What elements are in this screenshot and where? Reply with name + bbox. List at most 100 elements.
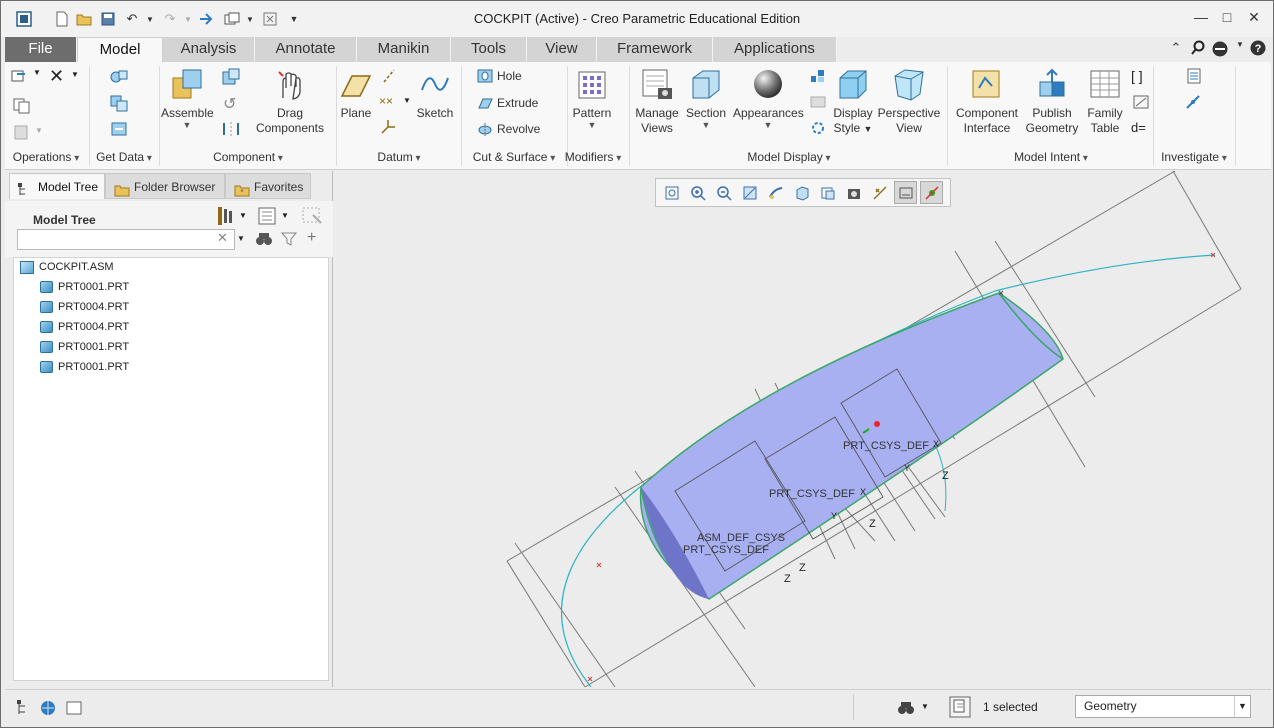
tab-annotate[interactable]: Annotate: [255, 37, 357, 62]
community-icon[interactable]: [1211, 40, 1229, 58]
family-table-button[interactable]: Family Table: [1083, 68, 1127, 136]
find-icon[interactable]: [897, 699, 915, 717]
model-viewport[interactable]: PRT_CSYS_DEF PRT_CSYS_DEF ASM_DEF_CSYS P…: [335, 171, 1271, 687]
axis-icon[interactable]: [381, 68, 397, 87]
filter-settings-icon[interactable]: [301, 205, 323, 230]
selection-buffer-icon[interactable]: [949, 696, 971, 718]
view-manager-icon[interactable]: [816, 181, 839, 204]
manage-views-button[interactable]: Manage Views: [633, 68, 681, 136]
search-history-dropdown-icon[interactable]: ▼: [237, 234, 245, 243]
regenerate-options-icon[interactable]: [11, 68, 31, 87]
display-style-button[interactable]: Display Style ▼: [831, 68, 875, 137]
find-dropdown-icon[interactable]: ▼: [921, 702, 929, 711]
tree-item-part[interactable]: PRT0001.PRT: [40, 338, 129, 356]
tree-search-input[interactable]: [17, 229, 235, 250]
tab-file[interactable]: File: [5, 37, 77, 62]
tab-tools[interactable]: Tools: [451, 37, 527, 62]
group-modifiers-label[interactable]: Modifiers: [561, 150, 625, 166]
switch-dimensions-icon[interactable]: [1133, 94, 1151, 113]
publish-geometry-button[interactable]: Publish Geometry: [1023, 68, 1081, 136]
relations-icon[interactable]: d=: [1131, 120, 1146, 135]
spin-center-icon[interactable]: [920, 181, 943, 204]
point-icon[interactable]: ××: [379, 94, 393, 108]
group-model-display-label[interactable]: Model Display: [633, 150, 945, 166]
tree-settings-dropdown-icon[interactable]: ▼: [239, 211, 247, 220]
tab-applications[interactable]: Applications: [713, 37, 837, 62]
zoom-in-icon[interactable]: [686, 181, 709, 204]
group-model-intent-label[interactable]: Model Intent: [951, 150, 1151, 166]
sketch-button[interactable]: Sketch: [415, 68, 455, 121]
scenes-icon[interactable]: [809, 94, 827, 113]
maximize-button[interactable]: □: [1215, 9, 1239, 29]
reference-viewer-icon[interactable]: [1185, 94, 1203, 113]
tab-folder-browser[interactable]: Folder Browser: [105, 173, 225, 199]
help-icon[interactable]: ?: [1249, 40, 1267, 58]
parameters-icon[interactable]: [ ]: [1131, 68, 1143, 84]
create-component-icon[interactable]: [221, 68, 241, 89]
pattern-button[interactable]: Pattern ▼: [569, 68, 615, 130]
paste-dropdown-icon[interactable]: ▼: [35, 126, 43, 135]
section-button[interactable]: Section ▼: [685, 68, 727, 130]
component-interface-button[interactable]: Component Interface: [951, 68, 1023, 136]
model-display-settings-icon[interactable]: [809, 120, 827, 139]
refit-icon[interactable]: [660, 181, 683, 204]
graphics-window[interactable]: PRT_CSYS_DEF PRT_CSYS_DEF ASM_DEF_CSYS P…: [335, 171, 1271, 687]
tree-settings-icon[interactable]: [215, 205, 235, 230]
datum-display-filters-icon[interactable]: [868, 181, 891, 204]
tab-model-tree[interactable]: Model Tree: [9, 173, 105, 199]
user-defined-feature-icon[interactable]: [109, 68, 129, 89]
selection-filter-select[interactable]: Geometry ▼: [1075, 695, 1251, 718]
add-column-icon[interactable]: +: [307, 229, 316, 247]
display-grid-icon[interactable]: [809, 68, 827, 87]
copy-icon[interactable]: [13, 98, 31, 117]
find-icon[interactable]: [255, 231, 273, 250]
show-options-dropdown-icon[interactable]: ▼: [281, 211, 289, 220]
delete-icon[interactable]: ✕: [49, 66, 64, 87]
extrude-button[interactable]: Extrude: [477, 95, 538, 111]
tab-framework[interactable]: Framework: [597, 37, 713, 62]
tree-item-part[interactable]: PRT0004.PRT: [40, 318, 129, 336]
tree-item-part[interactable]: PRT0001.PRT: [40, 358, 129, 376]
display-style-icon[interactable]: [842, 181, 865, 204]
point-dropdown-icon[interactable]: ▼: [403, 96, 411, 105]
tab-favorites[interactable]: * Favorites: [225, 173, 311, 199]
tree-item-part[interactable]: PRT0001.PRT: [40, 278, 129, 296]
shrinkwrap-icon[interactable]: [109, 120, 129, 141]
tab-analysis[interactable]: Analysis: [163, 37, 255, 62]
repeat-icon[interactable]: ↺: [223, 94, 236, 114]
group-operations-label[interactable]: Operations: [5, 150, 87, 166]
appearances-button[interactable]: Appearances ▼: [733, 68, 804, 130]
drag-components-button[interactable]: Drag Components: [249, 68, 331, 136]
group-cut-surface-label[interactable]: Cut & Surface: [463, 150, 565, 166]
community-dropdown-icon[interactable]: ▼: [1231, 40, 1249, 58]
delete-dropdown-icon[interactable]: ▼: [71, 70, 79, 79]
perspective-view-icon[interactable]: [764, 181, 787, 204]
tab-view[interactable]: View: [527, 37, 597, 62]
mirror-component-icon[interactable]: [221, 120, 241, 141]
browser-toggle-icon[interactable]: [39, 699, 57, 717]
full-screen-icon[interactable]: [65, 699, 83, 717]
group-investigate-label[interactable]: Investigate: [1155, 150, 1233, 166]
paste-icon[interactable]: [13, 124, 31, 143]
repaint-icon[interactable]: [738, 181, 761, 204]
hole-button[interactable]: Hole: [477, 68, 522, 84]
coordinate-system-icon[interactable]: [379, 118, 397, 139]
selection-count[interactable]: 1 selected: [983, 700, 1038, 714]
navigator-toggle-icon[interactable]: [15, 699, 33, 717]
bill-of-materials-icon[interactable]: [1185, 68, 1203, 87]
tree-filter-icon[interactable]: [280, 231, 298, 250]
collapse-ribbon-icon[interactable]: ⌃: [1167, 40, 1185, 58]
show-options-icon[interactable]: [257, 205, 277, 230]
plane-button[interactable]: Plane: [339, 68, 373, 121]
revolve-button[interactable]: Revolve: [477, 121, 540, 137]
minimize-button[interactable]: —: [1189, 9, 1213, 29]
tree-item-part[interactable]: PRT0004.PRT: [40, 298, 129, 316]
tab-model[interactable]: Model: [77, 37, 163, 62]
search-icon[interactable]: [1189, 40, 1207, 58]
clear-search-icon[interactable]: ✕: [217, 230, 228, 246]
group-datum-label[interactable]: Datum: [339, 150, 459, 166]
perspective-view-button[interactable]: Perspective View: [877, 68, 941, 136]
group-get-data-label[interactable]: Get Data: [91, 150, 157, 166]
copy-geometry-icon[interactable]: [109, 94, 129, 115]
annotation-display-icon[interactable]: [894, 181, 917, 204]
